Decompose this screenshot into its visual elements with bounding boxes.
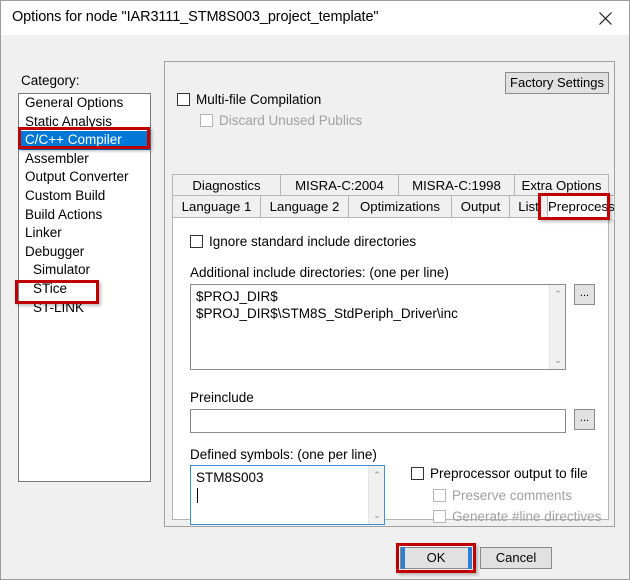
browse-preinclude-button[interactable]: ... [574, 409, 595, 430]
sidebar-item-st-link[interactable]: ST-LINK [19, 299, 150, 318]
sidebar-item-linker[interactable]: Linker [19, 224, 150, 243]
chevron-down-icon[interactable]: ⌄ [369, 507, 384, 523]
factory-settings-button[interactable]: Factory Settings [505, 72, 609, 94]
options-panel: Factory Settings Multi-file Compilation … [164, 61, 615, 527]
generate-line-directives-checkbox: Generate #line directives [433, 509, 601, 524]
chevron-up-icon[interactable]: ⌃ [550, 286, 565, 302]
text-caret [197, 488, 198, 503]
sidebar-item-assembler[interactable]: Assembler [19, 150, 150, 169]
chevron-up-icon[interactable]: ⌃ [369, 467, 384, 483]
ok-focus-marker-left [401, 547, 405, 569]
preprocessor-tab-page: Ignore standard include directories Addi… [172, 217, 609, 525]
checkbox-box [177, 93, 190, 106]
options-dialog: Options for node "IAR3111_STM8S003_proje… [0, 0, 630, 580]
multi-file-compilation-checkbox[interactable]: Multi-file Compilation [177, 92, 321, 107]
scrollbar-defined-symbols[interactable]: ⌃ ⌄ [368, 466, 384, 524]
tab-language-1[interactable]: Language 1 [172, 195, 261, 217]
tab-optimizations[interactable]: Optimizations [348, 195, 452, 217]
close-icon[interactable] [583, 1, 629, 34]
defined-symbols-value: STM8S003 [196, 470, 264, 485]
close-glyph [599, 12, 612, 25]
ok-focus-marker-right [468, 547, 472, 569]
title-bar: Options for node "IAR3111_STM8S003_proje… [1, 1, 629, 35]
chevron-down-icon[interactable]: ⌄ [550, 352, 565, 368]
ignore-standard-includes-checkbox[interactable]: Ignore standard include directories [190, 234, 416, 249]
discard-unused-publics-checkbox: Discard Unused Publics [200, 113, 362, 128]
cancel-button[interactable]: Cancel [480, 547, 552, 569]
preserve-comments-checkbox: Preserve comments [433, 488, 572, 503]
sidebar-item-simulator[interactable]: Simulator [19, 261, 150, 280]
checkbox-box [433, 489, 446, 502]
sidebar-item-static-analysis[interactable]: Static Analysis [19, 113, 150, 132]
multi-file-compilation-label: Multi-file Compilation [196, 92, 322, 107]
tab-misra-c-1998[interactable]: MISRA-C:1998 [398, 174, 515, 196]
tab-extra-options[interactable]: Extra Options [514, 174, 609, 196]
discard-unused-publics-label: Discard Unused Publics [219, 113, 363, 128]
preinclude-label: Preinclude [190, 390, 254, 405]
category-label: Category: [21, 73, 80, 88]
sidebar-item-general-options[interactable]: General Options [19, 94, 150, 113]
sidebar-item-build-actions[interactable]: Build Actions [19, 206, 150, 225]
ignore-standard-includes-label: Ignore standard include directories [209, 234, 417, 249]
tab-strip-row-1: Diagnostics MISRA-C:2004 MISRA-C:1998 Ex… [172, 174, 609, 196]
scrollbar-additional-include[interactable]: ⌃ ⌄ [549, 285, 565, 369]
sidebar-item-custom-build[interactable]: Custom Build [19, 187, 150, 206]
preinclude-input[interactable] [190, 409, 566, 433]
defined-symbols-label: Defined symbols: (one per line) [190, 447, 377, 462]
tab-diagnostics[interactable]: Diagnostics [172, 174, 281, 196]
tab-preprocessor[interactable]: Preprocessor [547, 195, 615, 219]
sidebar-item-stice[interactable]: STice [19, 280, 150, 299]
preserve-comments-label: Preserve comments [452, 488, 573, 503]
dialog-title: Options for node "IAR3111_STM8S003_proje… [12, 9, 379, 25]
dialog-body: Category: General Options Static Analysi… [1, 35, 629, 579]
category-listbox[interactable]: General Options Static Analysis C/C++ Co… [18, 93, 151, 482]
additional-include-input[interactable]: $PROJ_DIR$ $PROJ_DIR$\STM8S_StdPeriph_Dr… [190, 284, 566, 370]
tab-misra-c-2004[interactable]: MISRA-C:2004 [280, 174, 399, 196]
sidebar-item-c-cpp-compiler[interactable]: C/C++ Compiler [19, 131, 150, 150]
tab-strip-row-2: Language 1 Language 2 Optimizations Outp… [172, 195, 615, 219]
browse-additional-include-button[interactable]: ... [574, 284, 595, 305]
sidebar-item-output-converter[interactable]: Output Converter [19, 168, 150, 187]
tab-language-2[interactable]: Language 2 [260, 195, 349, 217]
checkbox-box [411, 467, 424, 480]
sidebar-item-debugger[interactable]: Debugger [19, 243, 150, 262]
preprocessor-output-to-file-label: Preprocessor output to file [430, 466, 588, 481]
tab-list[interactable]: List [509, 195, 548, 217]
ok-button[interactable]: OK [400, 547, 472, 569]
preprocessor-output-to-file-checkbox[interactable]: Preprocessor output to file [411, 466, 588, 481]
checkbox-box [200, 114, 213, 127]
additional-include-label: Additional include directories: (one per… [190, 265, 449, 280]
checkbox-box [190, 235, 203, 248]
defined-symbols-input[interactable]: STM8S003 ⌃ ⌄ [190, 465, 385, 525]
generate-line-directives-label: Generate #line directives [452, 509, 602, 524]
additional-include-value: $PROJ_DIR$ $PROJ_DIR$\STM8S_StdPeriph_Dr… [196, 289, 458, 321]
tab-output[interactable]: Output [451, 195, 510, 217]
checkbox-box [433, 510, 446, 523]
